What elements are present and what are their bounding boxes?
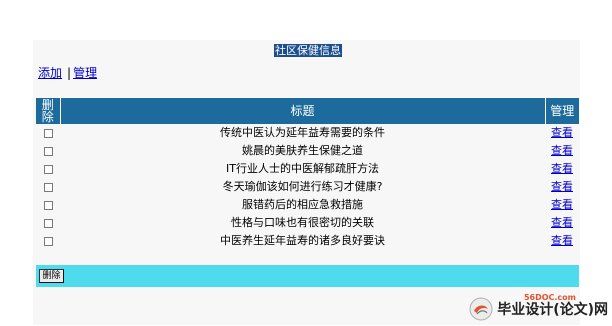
delete-button[interactable]: 删除: [39, 269, 64, 283]
table-row: 性格与口味也有很密切的关联 查看: [36, 214, 579, 232]
row-title: IT行业人士的中医解郁疏肝方法: [60, 160, 545, 178]
site-logo-icon: [469, 297, 493, 321]
watermark: 56DOC.com 毕业设计(论文)网: [468, 293, 608, 322]
view-link[interactable]: 查看: [551, 216, 573, 229]
row-checkbox[interactable]: [43, 128, 53, 138]
view-link[interactable]: 查看: [551, 126, 573, 139]
row-title: 中医养生延年益寿的诸多良好要诀: [60, 232, 545, 250]
view-link[interactable]: 查看: [551, 144, 573, 157]
table-header-row: 删除 标题 管理: [36, 98, 579, 124]
table-row: 中医养生延年益寿的诸多良好要诀 查看: [36, 232, 579, 250]
row-title: 传统中医认为延年益寿需要的条件: [60, 124, 545, 142]
watermark-site: 56DOC.com: [523, 293, 576, 302]
row-title: 服错药后的相应急救措施: [60, 196, 545, 214]
watermark-text: 毕业设计(论文)网: [497, 302, 608, 318]
row-checkbox[interactable]: [43, 218, 53, 228]
article-table: 删除 标题 管理 传统中医认为延年益寿需要的条件 查看 姚晨的美肤养生保健之道 …: [36, 98, 579, 250]
toolbar: 添加 | 管理: [38, 66, 97, 80]
header-manage: 管理: [545, 98, 579, 124]
manage-link[interactable]: 管理: [73, 66, 97, 80]
row-checkbox[interactable]: [43, 200, 53, 210]
table-row: IT行业人士的中医解郁疏肝方法 查看: [36, 160, 579, 178]
row-checkbox[interactable]: [43, 146, 53, 156]
view-link[interactable]: 查看: [551, 162, 573, 175]
view-link[interactable]: 查看: [551, 180, 573, 193]
row-title: 姚晨的美肤养生保健之道: [60, 142, 545, 160]
row-title: 冬天瑜伽该如何进行练习才健康?: [60, 178, 545, 196]
table-row: 姚晨的美肤养生保健之道 查看: [36, 142, 579, 160]
table-row: 冬天瑜伽该如何进行练习才健康? 查看: [36, 178, 579, 196]
view-link[interactable]: 查看: [551, 234, 573, 247]
page-title: 社区保健信息: [274, 44, 342, 57]
row-title: 性格与口味也有很密切的关联: [60, 214, 545, 232]
header-title: 标题: [60, 98, 546, 124]
action-bar: 删除: [36, 265, 579, 287]
row-checkbox[interactable]: [43, 164, 53, 174]
table-row: 服错药后的相应急救措施 查看: [36, 196, 579, 214]
toolbar-separator: |: [67, 66, 72, 80]
row-checkbox[interactable]: [43, 236, 53, 246]
header-delete: 删除: [36, 98, 61, 124]
view-link[interactable]: 查看: [551, 198, 573, 211]
table-row: 传统中医认为延年益寿需要的条件 查看: [36, 124, 579, 142]
add-link[interactable]: 添加: [38, 66, 62, 80]
row-checkbox[interactable]: [43, 182, 53, 192]
